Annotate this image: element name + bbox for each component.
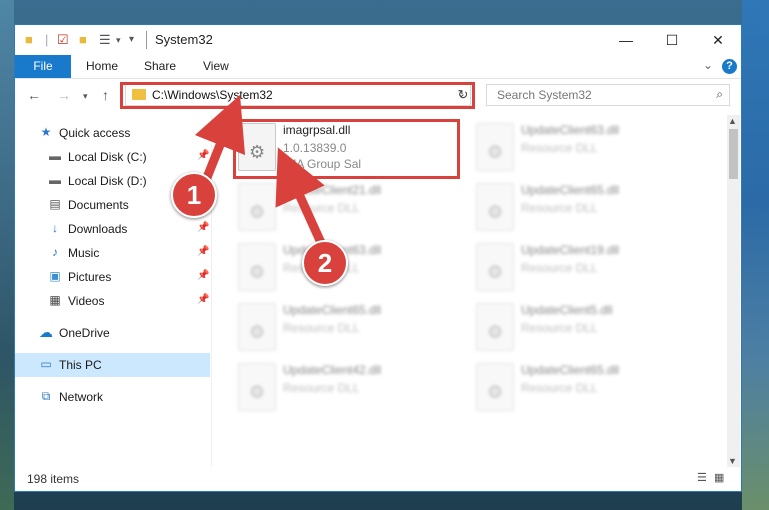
arrow-to-file [275, 147, 327, 247]
annotation-arrows [194, 94, 327, 247]
arrow-to-address [194, 94, 246, 182]
step-1-badge: 1 [171, 172, 217, 218]
step-2-badge: 2 [302, 240, 348, 286]
